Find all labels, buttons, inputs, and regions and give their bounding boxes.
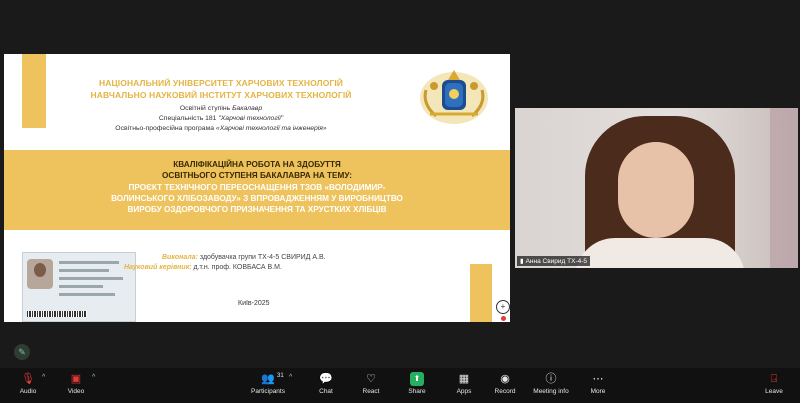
annotate-pencil-icon[interactable]: ✎ bbox=[14, 344, 30, 360]
audio-label: Audio bbox=[19, 388, 37, 395]
university-emblem bbox=[420, 70, 488, 124]
react-button[interactable]: ♡ React bbox=[346, 372, 396, 395]
meeting-info-button[interactable]: ⓘ Meeting info bbox=[526, 372, 576, 395]
participants-icon: 👥 bbox=[261, 373, 275, 385]
title-band: КВАЛІФІКАЦІЙНА РОБОТА НА ЗДОБУТТЯ ОСВІТН… bbox=[4, 150, 510, 230]
audio-button[interactable]: 🎙 Audio ^ bbox=[3, 372, 53, 395]
chat-label: Chat bbox=[319, 388, 333, 395]
student-id-card-image bbox=[22, 252, 136, 322]
program-line: Освітньо-професійна програма «Харчові те… bbox=[115, 125, 327, 132]
leave-button[interactable]: ⍈ Leave bbox=[749, 372, 799, 395]
id-card-line bbox=[59, 285, 103, 288]
heart-icon: ♡ bbox=[366, 373, 376, 385]
participants-label: Participants bbox=[251, 388, 285, 395]
leave-label: Leave bbox=[765, 388, 783, 395]
share-screen-icon: ⬆ bbox=[410, 372, 424, 386]
microphone-muted-icon: 🎙 bbox=[21, 373, 35, 385]
id-card-photo bbox=[27, 259, 53, 289]
thesis-title-line: ОСВІТНЬОГО СТУПЕНЯ БАКАЛАВРА НА ТЕМУ: bbox=[162, 171, 352, 180]
institute-name: НАВЧАЛЬНО НАУКОВИЙ ІНСТИТУТ ХАРЧОВИХ ТЕХ… bbox=[90, 90, 352, 100]
info-icon: ⓘ bbox=[545, 373, 557, 385]
leave-door-icon: ⍈ bbox=[770, 373, 778, 385]
degree-line: Освітній ступінь Бакалавр bbox=[179, 105, 263, 112]
id-card-line bbox=[59, 261, 119, 264]
react-label: React bbox=[362, 388, 380, 395]
more-button[interactable]: ⋯ More bbox=[573, 372, 623, 395]
meeting-info-label: Meeting info bbox=[533, 388, 569, 395]
video-options-caret[interactable]: ^ bbox=[92, 374, 95, 381]
thesis-topic-line: ВОЛИНСЬКОГО ХЛІБОЗАВОДУ» З ВПРОВАДЖЕННЯМ… bbox=[111, 194, 403, 203]
zoom-in-icon[interactable]: + bbox=[496, 300, 510, 314]
specialty-line: Спеціальність 181 "Харчові технології" bbox=[158, 115, 284, 122]
city-year: Київ-2025 bbox=[238, 300, 270, 307]
annotation-indicator-icon bbox=[501, 316, 506, 321]
video-label: Video bbox=[67, 388, 85, 395]
advisor-line: Науковий керівник: д.т.н. проф. КОВБАСА … bbox=[124, 264, 282, 271]
more-dots-icon: ⋯ bbox=[592, 373, 604, 385]
audio-options-caret[interactable]: ^ bbox=[42, 374, 45, 381]
share-label: Share bbox=[408, 388, 426, 395]
performer-line: Виконала: здобувачка групи ТХ-4-5 СВИРИД… bbox=[162, 254, 326, 261]
apps-label: Apps bbox=[456, 388, 472, 395]
chat-button[interactable]: 💬 Chat bbox=[301, 372, 351, 395]
participants-options-caret[interactable]: ^ bbox=[289, 374, 292, 381]
camera-off-icon: ▣ bbox=[70, 373, 82, 385]
id-card-line bbox=[59, 269, 109, 272]
participants-button[interactable]: 👥 31 Participants ^ bbox=[243, 372, 293, 395]
chat-icon: 💬 bbox=[319, 373, 333, 385]
share-button[interactable]: ⬆ Share bbox=[392, 372, 442, 395]
thesis-topic-line: ПРОЄКТ ТЕХНІЧНОГО ПЕРЕОСНАЩЕННЯ ТЗОВ «ВО… bbox=[128, 183, 386, 192]
slide-gold-accent-bottom bbox=[470, 264, 492, 322]
participant-name-label: ▮ Анна Свирид ТХ-4-5 bbox=[517, 256, 591, 266]
id-card-barcode bbox=[27, 311, 87, 317]
record-label: Record bbox=[494, 388, 516, 395]
participant-shoulders bbox=[575, 238, 745, 268]
meeting-stage: НАЦІОНАЛЬНИЙ УНІВЕРСИТЕТ ХАРЧОВИХ ТЕХНОЛ… bbox=[0, 0, 800, 368]
shared-slide: НАЦІОНАЛЬНИЙ УНІВЕРСИТЕТ ХАРЧОВИХ ТЕХНОЛ… bbox=[4, 54, 510, 322]
participant-video-tile[interactable]: ▮ Анна Свирид ТХ-4-5 bbox=[515, 108, 798, 268]
university-name: НАЦІОНАЛЬНИЙ УНІВЕРСИТЕТ ХАРЧОВИХ ТЕХНОЛ… bbox=[98, 78, 344, 88]
record-icon: ◉ bbox=[500, 373, 510, 385]
thesis-title-line: КВАЛІФІКАЦІЙНА РОБОТА НА ЗДОБУТТЯ bbox=[173, 160, 341, 169]
participant-face bbox=[618, 142, 694, 238]
thesis-topic-line: ВИРОБУ ОЗДОРОВЧОГО ПРИЗНАЧЕННЯ ТА ХРУСТК… bbox=[127, 205, 387, 214]
id-card-line bbox=[59, 293, 115, 296]
signal-bars-icon: ▮ bbox=[520, 258, 524, 265]
participants-count: 31 bbox=[277, 373, 284, 379]
video-button[interactable]: ▣ Video ^ bbox=[51, 372, 101, 395]
record-button[interactable]: ◉ Record bbox=[480, 372, 530, 395]
more-label: More bbox=[590, 388, 606, 395]
id-card-line bbox=[59, 277, 123, 280]
video-curtain bbox=[770, 108, 798, 268]
participant-name: Анна Свирид ТХ-4-5 bbox=[525, 257, 588, 265]
apps-icon: ▦ bbox=[458, 373, 470, 385]
